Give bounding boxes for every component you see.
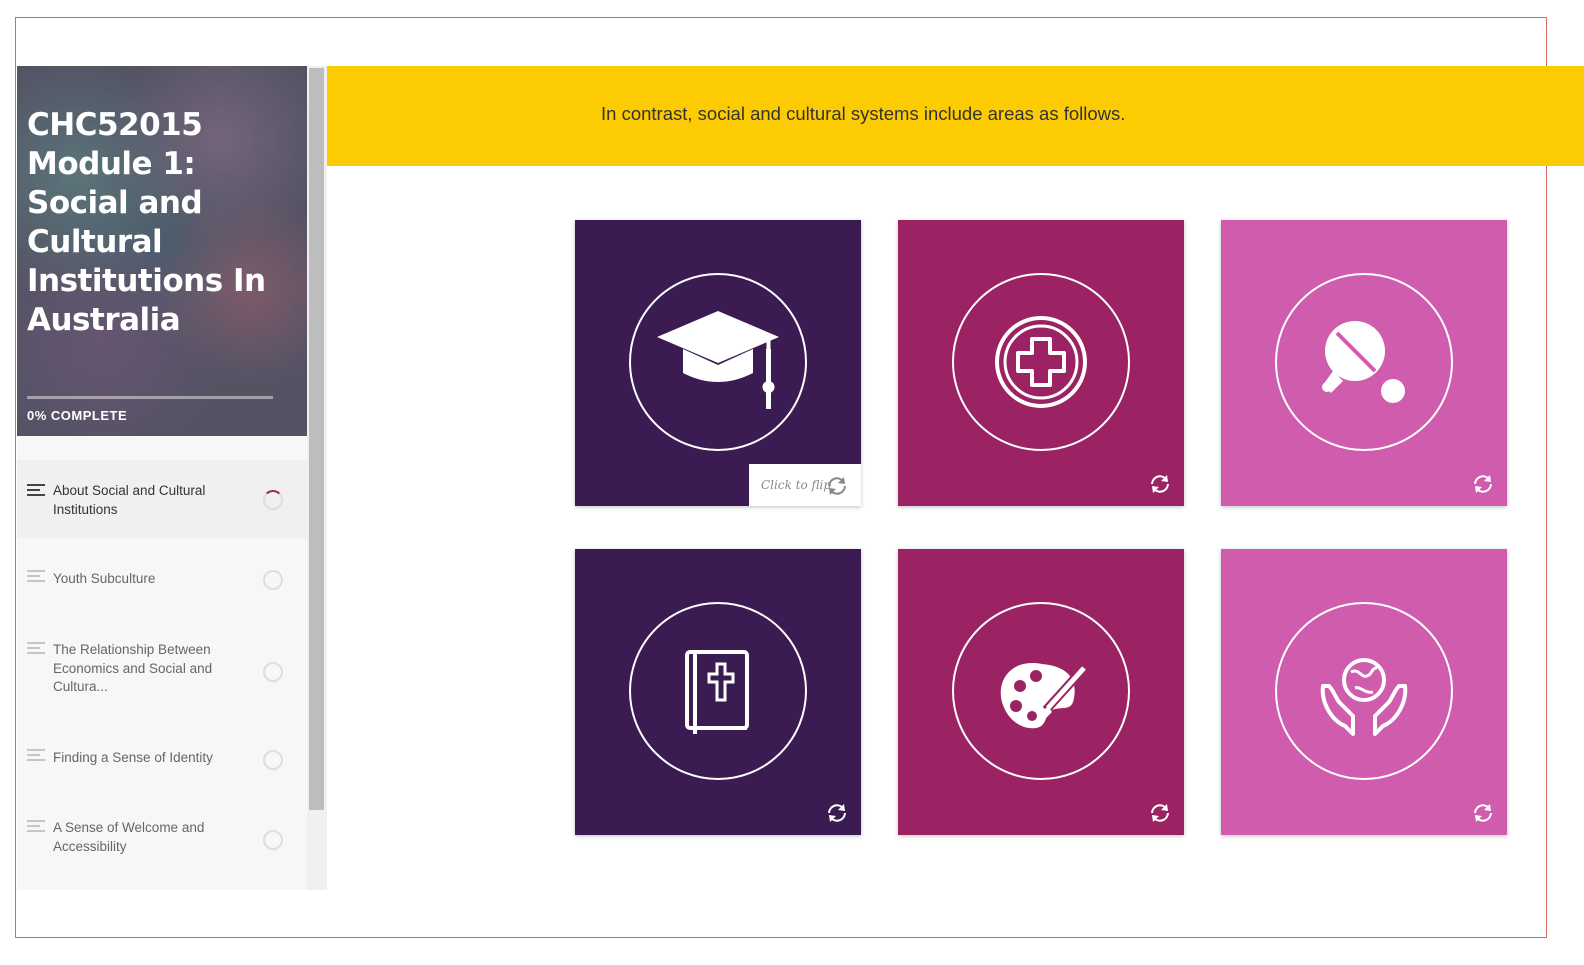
graduation-cap-icon (657, 311, 779, 409)
lesson-menu-icon (27, 749, 45, 763)
flip-card-arts[interactable] (898, 549, 1184, 835)
click-to-flip-button[interactable]: Click to flip (749, 464, 861, 506)
lesson-item-about-social-and-cultural-institutions[interactable]: About Social and Cultural Institutions (17, 460, 307, 538)
lesson-label: Finding a Sense of Identity (53, 750, 213, 765)
paint-palette-icon (1000, 662, 1088, 729)
lesson-label: A Sense of Welcome and Accessibility (53, 820, 205, 854)
lesson-item-finding-identity[interactable]: Finding a Sense of Identity (17, 718, 307, 798)
sidebar-scroll-thumb[interactable] (309, 68, 324, 810)
lesson-menu-icon (27, 820, 45, 834)
flip-card-sport[interactable] (1221, 220, 1507, 506)
click-to-flip-label: Click to flip (761, 478, 832, 492)
lesson-status-icon (263, 570, 283, 590)
flip-icon[interactable] (825, 801, 849, 825)
flip-icon (828, 477, 846, 495)
lesson-status-icon (263, 662, 283, 682)
lesson-status-icon (263, 830, 283, 850)
lesson-item-economics[interactable]: The Relationship Between Economics and S… (17, 620, 307, 718)
course-title: CHC52015 Module 1: Social and Cultural I… (27, 107, 266, 338)
lesson-item-welcome-accessibility[interactable]: A Sense of Welcome and Accessibility (17, 798, 307, 890)
flip-card-health[interactable] (898, 220, 1184, 506)
flip-icon[interactable] (1148, 801, 1172, 825)
flip-card-environment[interactable] (1221, 549, 1507, 835)
lesson-menu-icon (27, 642, 45, 656)
flip-icon[interactable] (1148, 472, 1172, 496)
lesson-status-in-progress-icon (263, 490, 283, 510)
lesson-menu-icon (27, 570, 45, 584)
sidebar-scrollbar[interactable] (307, 66, 327, 890)
course-sidebar: CHC52015 Module 1: Social and Cultural I… (17, 66, 307, 890)
bible-icon (685, 650, 749, 734)
content-banner: In contrast, social and cultural systems… (327, 66, 1584, 166)
lesson-label: The Relationship Between Economics and S… (53, 642, 213, 694)
course-progress-bar (27, 396, 273, 399)
lesson-item-youth-subculture[interactable]: Youth Subculture (17, 538, 307, 620)
course-header: CHC52015 Module 1: Social and Cultural I… (17, 66, 307, 436)
medical-cross-icon (995, 316, 1087, 408)
hands-globe-icon (1320, 658, 1408, 736)
banner-text: In contrast, social and cultural systems… (601, 103, 1126, 124)
flip-card-education[interactable]: Click to flip (575, 220, 861, 506)
lesson-label: About Social and Cultural Institutions (53, 483, 206, 517)
lesson-label: Youth Subculture (53, 571, 156, 586)
flip-card-religion[interactable] (575, 549, 861, 835)
lesson-menu-icon (27, 484, 45, 498)
flip-icon[interactable] (1471, 472, 1495, 496)
flip-icon[interactable] (1471, 801, 1495, 825)
progress-label: 0% COMPLETE (27, 408, 128, 423)
ping-pong-icon (1322, 321, 1405, 403)
lesson-status-icon (263, 750, 283, 770)
